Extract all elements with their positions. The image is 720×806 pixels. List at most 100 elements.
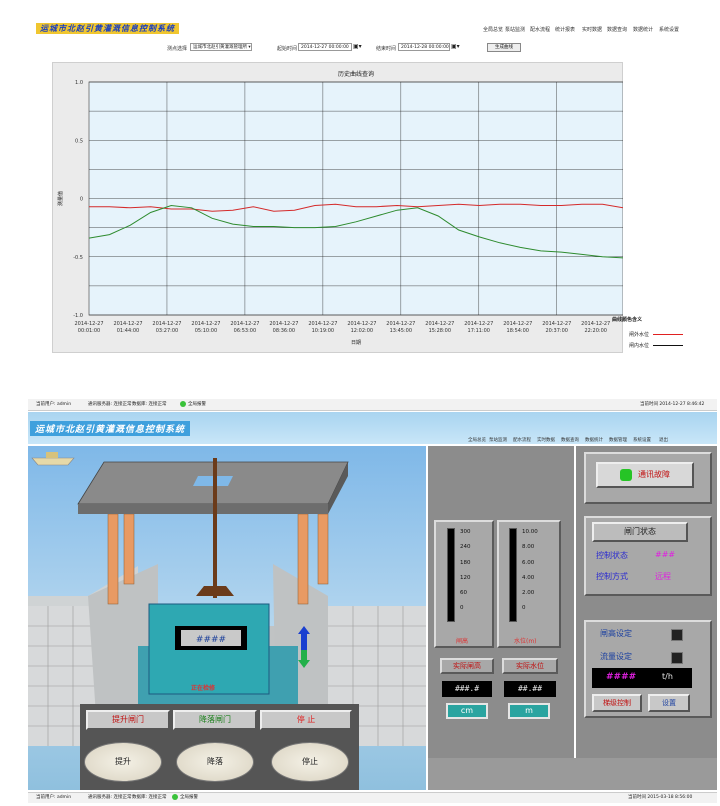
water-level-bar (509, 528, 517, 622)
stop-gate-button[interactable]: 停 止 (260, 710, 352, 730)
nav-water-flow[interactable]: 配水流程 (513, 437, 531, 443)
gate-status-title: 闸门状态 (592, 522, 688, 542)
legend-label-inner: 闸内水位 (629, 343, 650, 349)
nav-data-query[interactable]: 数据查询 (607, 26, 627, 33)
global-alarm[interactable]: 全局报警 (180, 399, 206, 410)
x-tick-label: 2014-12-27 (464, 321, 493, 327)
lower-button[interactable]: 降落 (176, 742, 254, 782)
raise-button[interactable]: 提升 (84, 742, 162, 782)
gate-level-bar (447, 528, 455, 622)
x-axis-label: 日期 (351, 340, 361, 346)
nav-exit[interactable]: 退出 (659, 437, 668, 443)
cascade-control-button[interactable]: 梯级控制 (592, 694, 642, 712)
x-tick-label: 17:11:00 (468, 328, 490, 334)
nav-reports[interactable]: 统计报表 (555, 26, 575, 33)
status-dot-icon (180, 400, 186, 407)
nav-water-flow[interactable]: 配水流程 (530, 26, 550, 33)
alarm-light-icon (620, 468, 632, 481)
maintenance-status: 正在检修 (191, 685, 216, 692)
x-tick-label: 2014-12-27 (113, 321, 142, 327)
lower-gate-button[interactable]: 降落闸门 (173, 710, 257, 730)
y-tick-label: 0.5 (75, 138, 83, 144)
start-time-input[interactable]: 2014-12-27 00:00:00 (298, 43, 352, 51)
x-tick-label: 20:37:00 (546, 328, 568, 334)
legend-label-outer: 闸外水位 (629, 332, 650, 338)
gate-height-set-indicator[interactable] (671, 629, 683, 641)
end-time-input[interactable]: 2014-12-28 00:00:00 (398, 43, 450, 51)
x-tick-label: 2014-12-27 (347, 321, 376, 327)
nav-settings[interactable]: 系统设置 (633, 437, 651, 443)
nav-data-stats[interactable]: 数据统计 (633, 26, 653, 33)
station-label: 测点选择 (167, 46, 188, 52)
nav-data-manage[interactable]: 数据管理 (609, 437, 627, 443)
water-gauge-caption: 水位(m) (514, 638, 537, 645)
app-title: 运城市北赵引黄灌溉信息控制系统 (36, 23, 179, 34)
bottom-filler (428, 758, 717, 790)
current-time: 当前时间 2014-12-27 8:46:42 (640, 402, 705, 407)
nav-data-query[interactable]: 数据查询 (561, 437, 579, 443)
raise-gate-button[interactable]: 提升闸门 (86, 710, 170, 730)
y-tick-label: 1.0 (75, 80, 83, 86)
nav-overview[interactable]: 全局总览 (483, 26, 503, 33)
nav-pump-monitor[interactable]: 泵站监测 (505, 26, 525, 33)
chart-title: 历史曲线查询 (338, 70, 374, 78)
nav-settings[interactable]: 系统设置 (659, 26, 679, 33)
nav-realtime[interactable]: 实时数据 (582, 26, 602, 33)
nav-overview[interactable]: 全局总览 (468, 437, 486, 443)
x-tick-label: 06:53:00 (234, 328, 256, 334)
nav-pump-monitor[interactable]: 泵站监测 (489, 437, 507, 443)
x-tick-label: 13:45:00 (390, 328, 412, 334)
x-tick-label: 00:01:00 (78, 328, 100, 334)
legend-swatch-outer (653, 334, 683, 335)
stop-button[interactable]: 停止 (271, 742, 349, 782)
x-tick-label: 2014-12-27 (386, 321, 415, 327)
water-unit: m (508, 703, 550, 719)
flow-unit: t/h (662, 672, 673, 681)
x-tick-label: 15:28:00 (429, 328, 451, 334)
station-select[interactable]: 运城市北赵引黄灌溉管理所 ▾ (190, 43, 252, 51)
global-alarm[interactable]: 全局报警 (172, 793, 198, 803)
control-status-label: 控制状态 (596, 551, 628, 560)
control-status-value: ### (655, 550, 676, 559)
x-tick-label: 2014-12-27 (503, 321, 532, 327)
actual-gate-label: 实际闸高 (440, 658, 494, 674)
flow-display: #### t/h (592, 668, 692, 688)
gate-scale: 300 240 180 120 60 0 (460, 529, 471, 612)
x-tick-label: 2014-12-27 (425, 321, 454, 327)
x-tick-label: 2014-12-27 (542, 321, 571, 327)
x-tick-label: 2014-12-27 (269, 321, 298, 327)
x-tick-label: 05:10:00 (195, 328, 217, 334)
status-dot-icon (172, 793, 178, 800)
x-tick-label: 08:36:00 (273, 328, 295, 334)
gate-unit: cm (446, 703, 488, 719)
x-tick-label: 2014-12-27 (152, 321, 181, 327)
calendar-icon[interactable]: ▣▾ (451, 43, 460, 50)
actual-water-value: ##.## (504, 681, 556, 697)
flow-set-indicator[interactable] (671, 652, 683, 664)
settings-button[interactable]: 设置 (648, 694, 690, 712)
x-tick-label: 2014-12-27 (308, 321, 337, 327)
gate-height-set-label: 闸高设定 (600, 629, 632, 638)
end-time-label: 结束时间 (376, 46, 397, 52)
y-tick-label: -0.5 (73, 255, 83, 261)
flow-set-label: 流量设定 (600, 652, 632, 661)
x-tick-label: 12:02:00 (351, 328, 373, 334)
y-tick-label: -1.0 (73, 313, 83, 319)
legend-title: 曲线颜色含义 (612, 317, 643, 323)
x-tick-label: 03:27:00 (156, 328, 178, 334)
x-tick-label: 2014-12-27 (230, 321, 259, 327)
current-user: 当前用户: admin (36, 795, 72, 800)
calendar-icon[interactable]: ▣▾ (353, 43, 362, 50)
x-tick-label: 01:44:00 (117, 328, 139, 334)
x-tick-label: 10:19:00 (312, 328, 334, 334)
generate-curve-button[interactable]: 生成曲线 (487, 43, 521, 52)
database-status: 数据库: 连接正常 (132, 402, 167, 407)
app-title: 运城市北赵引黄灌溉信息控制系统 (30, 421, 191, 436)
x-tick-label: 22:20:00 (584, 328, 606, 334)
gate-position-display: #### (196, 635, 226, 645)
y-axis-label: 测量值 (57, 191, 64, 206)
legend-swatch-inner (653, 345, 683, 346)
flow-value: #### (606, 672, 637, 682)
nav-realtime[interactable]: 实时数据 (537, 437, 555, 443)
nav-data-stats[interactable]: 数据统计 (585, 437, 603, 443)
